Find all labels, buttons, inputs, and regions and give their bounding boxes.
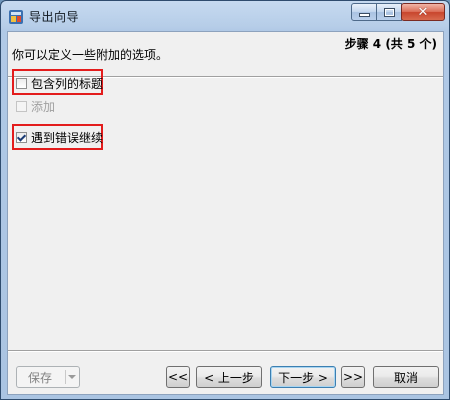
- wizard-content: 步骤 4 (共 5 个) 你可以定义一些附加的选项。 包含列的标题 添加 遇到错…: [7, 31, 444, 395]
- continue-on-error-checkbox[interactable]: 遇到错误继续: [16, 129, 103, 145]
- minimize-icon: [358, 13, 370, 17]
- title-bar[interactable]: 导出向导 ✕: [1, 1, 449, 31]
- include-column-titles-checkbox[interactable]: 包含列的标题: [16, 75, 103, 91]
- maximize-button[interactable]: [376, 3, 402, 21]
- cancel-button[interactable]: 取消: [373, 366, 439, 388]
- close-button[interactable]: ✕: [401, 3, 445, 21]
- app-icon: [9, 10, 23, 24]
- append-checkbox: 添加: [16, 98, 55, 114]
- wizard-header: 步骤 4 (共 5 个) 你可以定义一些附加的选项。: [8, 32, 443, 74]
- maximize-icon: [383, 7, 395, 17]
- checkbox-label: 遇到错误继续: [31, 130, 104, 145]
- checkbox-box[interactable]: [16, 77, 27, 89]
- footer-separator: [8, 350, 443, 352]
- export-wizard-window: 导出向导 ✕ 步骤 4 (共 5 个) 你可以定义一些附加的选项。 包含列的标题…: [0, 0, 450, 400]
- minimize-button[interactable]: [351, 3, 377, 21]
- close-icon: ✕: [417, 4, 429, 20]
- window-title: 导出向导: [29, 10, 80, 24]
- chevron-down-icon: [68, 375, 76, 379]
- split-divider: [65, 370, 66, 384]
- first-step-button[interactable]: <<: [166, 366, 190, 388]
- previous-step-button[interactable]: < 上一步: [196, 366, 262, 388]
- step-indicator: 步骤 4 (共 5 个): [344, 37, 437, 51]
- checkbox-box: [16, 100, 27, 112]
- save-split-button: 保存: [16, 366, 80, 388]
- last-step-button[interactable]: >>: [341, 366, 365, 388]
- checkbox-label: 包含列的标题: [31, 76, 104, 91]
- step-description: 你可以定义一些附加的选项。: [12, 48, 169, 62]
- save-button-label: 保存: [27, 370, 52, 385]
- checkbox-label: 添加: [31, 99, 56, 114]
- next-step-button[interactable]: 下一步 >: [270, 366, 336, 388]
- checkbox-box[interactable]: [16, 131, 27, 143]
